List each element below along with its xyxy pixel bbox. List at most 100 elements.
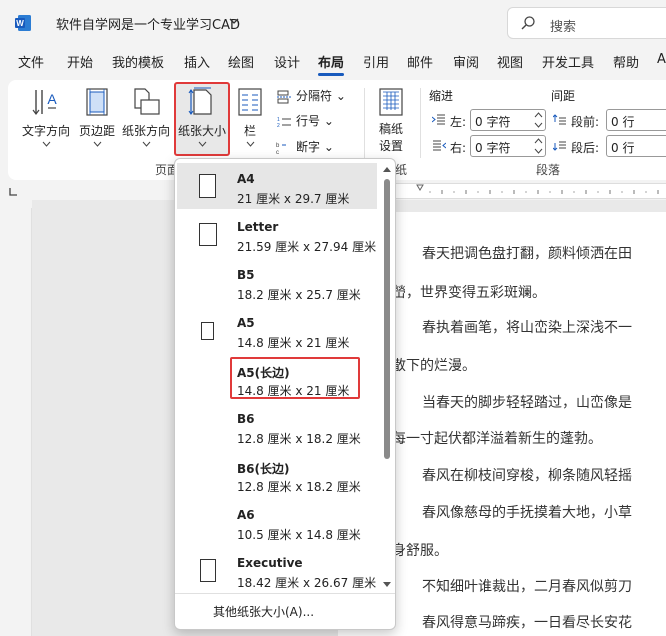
- tab-layout[interactable]: 布局: [318, 52, 345, 76]
- hyphenation-button[interactable]: bc 断字 ⌄: [276, 138, 334, 156]
- svg-text:2: 2: [277, 123, 280, 129]
- indent-left-input[interactable]: 0 字符: [470, 109, 546, 131]
- document-title[interactable]: 软件自学网是一个专业学习CAD: [56, 14, 240, 33]
- tab-developer[interactable]: 开发工具: [542, 52, 594, 71]
- spacing-after-value: 0 行: [611, 141, 635, 155]
- breaks-button[interactable]: 分隔符 ⌄: [276, 87, 346, 104]
- spacing-after-icon: [553, 141, 566, 151]
- paper-size-name: A4: [237, 172, 255, 186]
- group-label-paragraph: 段落: [536, 163, 561, 177]
- draft-paper-label: 稿纸: [378, 122, 403, 136]
- draft-settings-label: 设置: [378, 139, 403, 153]
- paper-size-button[interactable]: 纸张大小: [176, 86, 228, 147]
- dropdown-separator: [175, 593, 395, 594]
- tab-home[interactable]: 开始: [67, 52, 93, 71]
- document-line: 春执着画笔，将山峦染上深浅不一: [422, 320, 632, 336]
- paper-size-name: B5: [237, 268, 255, 282]
- search-placeholder: 搜索: [550, 20, 577, 35]
- paper-size-dims: 12.8 厘米 x 18.2 厘米: [237, 480, 361, 494]
- paper-size-option-b6-long[interactable]: B6(长边) 12.8 厘米 x 18.2 厘米: [177, 451, 377, 497]
- document-line: 春天把调色盘打翻，颜料倾洒在田: [422, 246, 632, 262]
- scroll-up-icon[interactable]: [382, 165, 392, 173]
- title-bar: W 软件自学网是一个专业学习CAD 搜索: [0, 0, 666, 44]
- paper-size-option-a5[interactable]: A5 14.8 厘米 x 21 厘米: [177, 307, 377, 353]
- spacing-before-label: 段前:: [571, 115, 600, 129]
- ribbon-tabs: 文件 开始 我的模板 插入 绘图 设计 布局 引用 邮件 审阅 视图 开发工具 …: [0, 52, 666, 76]
- tab-mailings[interactable]: 邮件: [407, 52, 433, 71]
- tab-design[interactable]: 设计: [274, 52, 300, 71]
- tab-references[interactable]: 引用: [363, 52, 389, 71]
- text-direction-label: 文字方向: [21, 124, 70, 138]
- a5-long-highlight: [230, 357, 360, 399]
- paper-size-option-b6[interactable]: B6 12.8 厘米 x 18.2 厘米: [177, 403, 377, 449]
- tab-review[interactable]: 审阅: [453, 52, 479, 71]
- paper-size-dims: 12.8 厘米 x 18.2 厘米: [237, 432, 361, 446]
- svg-text:A: A: [47, 91, 57, 107]
- paper-size-dims: 21 厘米 x 29.7 厘米: [237, 192, 350, 206]
- tab-file[interactable]: 文件: [18, 52, 44, 71]
- dropdown-scrollbar[interactable]: [381, 163, 393, 591]
- svg-text:c: c: [276, 150, 279, 155]
- tab-more[interactable]: A: [657, 52, 666, 67]
- vertical-ruler: [0, 208, 32, 636]
- spacing-after-input[interactable]: 0 行: [606, 135, 666, 157]
- scroll-down-icon[interactable]: [382, 581, 392, 589]
- document-line: 不知细叶谁裁出，二月春风似剪刀: [422, 579, 632, 595]
- spacing-before-icon: [553, 114, 566, 125]
- line-numbers-button[interactable]: 12 行号 ⌄: [276, 112, 334, 129]
- text-direction-button[interactable]: A 文字方向: [20, 86, 72, 147]
- margins-button[interactable]: 页边距: [76, 86, 118, 147]
- spinner-arrows-icon[interactable]: [534, 111, 543, 129]
- orientation-button[interactable]: 纸张方向: [120, 86, 172, 147]
- indent-left-icon: [432, 114, 445, 125]
- spacing-before-input[interactable]: 0 行: [606, 109, 666, 131]
- margins-icon: [86, 88, 108, 116]
- document-line: 散下的烂漫。: [392, 358, 476, 374]
- tab-help[interactable]: 帮助: [613, 52, 639, 71]
- orientation-icon: [134, 88, 160, 115]
- ribbon-separator: [364, 88, 365, 158]
- tab-my-templates[interactable]: 我的模板: [112, 52, 164, 71]
- document-line: 当春天的脚步轻轻踏过，山峦像是: [422, 395, 632, 411]
- paper-size-option-b5[interactable]: B5 18.2 厘米 x 25.7 厘米: [177, 259, 377, 305]
- paper-size-dims: 10.5 厘米 x 14.8 厘米: [237, 528, 361, 542]
- tab-draw[interactable]: 绘图: [228, 52, 254, 71]
- indent-right-label: 右:: [450, 141, 467, 155]
- indent-right-input[interactable]: 0 字符: [470, 135, 546, 157]
- scroll-thumb[interactable]: [384, 179, 390, 459]
- search-icon: [521, 16, 535, 30]
- paper-size-name: A6: [237, 508, 255, 522]
- paper-thumbnail-icon: [201, 322, 214, 340]
- columns-button[interactable]: 栏: [234, 86, 266, 147]
- paper-size-name: Executive: [237, 556, 303, 570]
- search-box[interactable]: 搜索: [507, 7, 666, 39]
- draft-paper-button[interactable]: 稿纸 设置: [372, 86, 410, 154]
- text-direction-icon: A: [32, 90, 57, 115]
- chevron-down-icon: [198, 141, 206, 147]
- paper-size-option-a6[interactable]: A6 10.5 厘米 x 14.8 厘米: [177, 499, 377, 545]
- indent-left-label: 左:: [450, 115, 467, 129]
- line-numbers-label: 行号: [296, 114, 321, 128]
- paper-size-name: B6(长边): [237, 462, 290, 476]
- tab-stop-selector-icon[interactable]: [8, 187, 18, 197]
- breaks-icon: [277, 90, 291, 103]
- line-numbers-icon: 12: [277, 117, 291, 129]
- more-paper-sizes-button[interactable]: 其他纸张大小(A)...: [213, 603, 314, 620]
- breaks-label: 分隔符: [296, 89, 333, 103]
- paper-size-option-letter[interactable]: Letter 21.59 厘米 x 27.94 厘米: [177, 211, 377, 257]
- tab-view[interactable]: 视图: [497, 52, 523, 71]
- paper-size-option-executive[interactable]: Executive 18.42 厘米 x 26.67 厘米: [177, 547, 377, 593]
- paper-size-option-a4[interactable]: A4 21 厘米 x 29.7 厘米: [177, 163, 377, 209]
- tab-insert[interactable]: 插入: [184, 52, 210, 71]
- group-label-draft: 纸: [395, 163, 408, 177]
- chevron-down-icon: [246, 141, 254, 147]
- draft-paper-icon: [379, 88, 403, 116]
- paper-size-dims: 14.8 厘米 x 21 厘米: [237, 336, 350, 350]
- document-line: 每一寸起伏都洋溢着新生的蓬勃。: [392, 431, 602, 447]
- ruler-ticks: [416, 184, 659, 194]
- svg-text:b: b: [276, 143, 280, 149]
- paper-size-name: Letter: [237, 220, 279, 234]
- spinner-arrows-icon[interactable]: [534, 137, 543, 155]
- horizontal-ruler[interactable]: [395, 183, 666, 199]
- chevron-down-icon[interactable]: [228, 15, 240, 27]
